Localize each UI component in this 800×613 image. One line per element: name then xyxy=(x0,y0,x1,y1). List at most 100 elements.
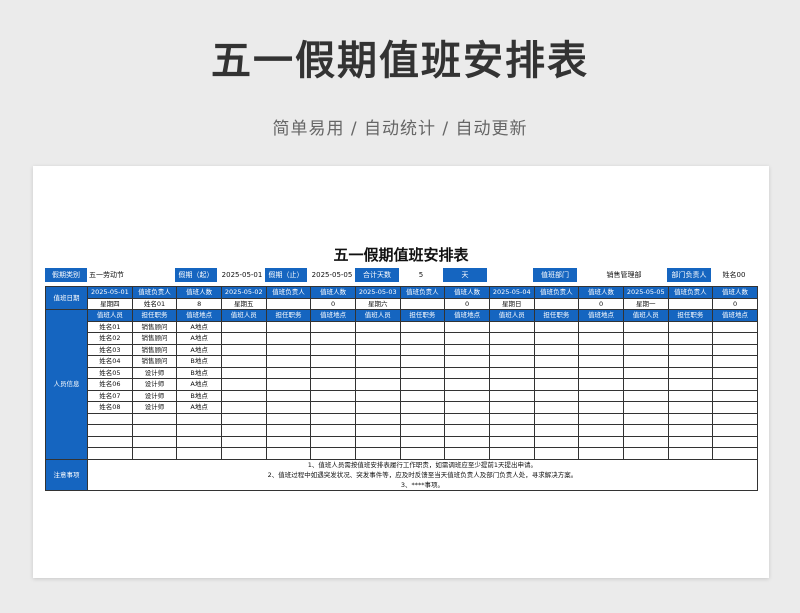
staff-cell[interactable] xyxy=(399,424,446,437)
staff-cell[interactable] xyxy=(533,320,580,333)
staff-cell[interactable] xyxy=(533,378,580,391)
staff-cell[interactable] xyxy=(488,424,535,437)
staff-cell[interactable] xyxy=(310,447,356,460)
staff-cell[interactable] xyxy=(220,424,267,437)
staff-cell[interactable] xyxy=(176,435,222,448)
staff-cell[interactable] xyxy=(712,435,758,448)
staff-cell[interactable] xyxy=(712,424,758,437)
staff-cell[interactable] xyxy=(399,332,446,345)
staff-cell[interactable]: 设计师 xyxy=(131,366,178,379)
staff-cell[interactable] xyxy=(622,389,669,402)
staff-cell[interactable] xyxy=(578,355,624,368)
staff-cell[interactable]: 设计师 xyxy=(131,389,178,402)
staff-cell[interactable] xyxy=(444,320,490,333)
staff-cell[interactable] xyxy=(533,389,580,402)
staff-cell[interactable] xyxy=(488,332,535,345)
staff-cell[interactable] xyxy=(578,332,624,345)
staff-cell[interactable] xyxy=(220,355,267,368)
staff-cell[interactable] xyxy=(488,389,535,402)
staff-cell[interactable] xyxy=(712,343,758,356)
staff-cell[interactable] xyxy=(220,412,267,425)
staff-cell[interactable] xyxy=(488,401,535,414)
staff-cell[interactable] xyxy=(533,355,580,368)
staff-cell[interactable] xyxy=(533,412,580,425)
staff-cell[interactable] xyxy=(176,412,222,425)
staff-cell[interactable] xyxy=(265,412,312,425)
staff-cell[interactable] xyxy=(667,412,714,425)
staff-cell[interactable] xyxy=(444,424,490,437)
staff-cell[interactable] xyxy=(354,447,401,460)
staff-cell[interactable] xyxy=(622,435,669,448)
staff-cell[interactable] xyxy=(310,412,356,425)
staff-cell[interactable]: 姓名08 xyxy=(87,401,133,414)
staff-cell[interactable] xyxy=(622,447,669,460)
staff-cell[interactable] xyxy=(712,378,758,391)
staff-cell[interactable] xyxy=(310,378,356,391)
staff-cell[interactable] xyxy=(667,332,714,345)
staff-cell[interactable] xyxy=(712,355,758,368)
day-head-value[interactable]: 姓名01 xyxy=(131,297,178,310)
staff-cell[interactable] xyxy=(667,366,714,379)
staff-cell[interactable] xyxy=(399,343,446,356)
staff-cell[interactable] xyxy=(578,366,624,379)
staff-cell[interactable] xyxy=(712,332,758,345)
staff-cell[interactable] xyxy=(310,332,356,345)
staff-cell[interactable] xyxy=(488,378,535,391)
staff-cell[interactable] xyxy=(354,401,401,414)
staff-cell[interactable] xyxy=(488,435,535,448)
staff-cell[interactable] xyxy=(87,424,133,437)
staff-cell[interactable]: 姓名05 xyxy=(87,366,133,379)
holiday-type-value[interactable]: 五一劳动节 xyxy=(89,268,149,282)
staff-cell[interactable]: B地点 xyxy=(176,389,222,402)
staff-cell[interactable] xyxy=(712,389,758,402)
staff-cell[interactable] xyxy=(354,343,401,356)
staff-cell[interactable] xyxy=(667,424,714,437)
staff-cell[interactable] xyxy=(488,320,535,333)
staff-cell[interactable] xyxy=(399,378,446,391)
staff-cell[interactable] xyxy=(354,366,401,379)
staff-cell[interactable] xyxy=(444,332,490,345)
staff-cell[interactable] xyxy=(712,320,758,333)
staff-cell[interactable]: 姓名04 xyxy=(87,355,133,368)
department-value[interactable]: 销售管理部 xyxy=(579,268,669,282)
staff-cell[interactable] xyxy=(265,366,312,379)
staff-cell[interactable] xyxy=(578,389,624,402)
staff-cell[interactable] xyxy=(578,378,624,391)
staff-cell[interactable] xyxy=(310,389,356,402)
staff-cell[interactable] xyxy=(220,343,267,356)
staff-cell[interactable] xyxy=(667,389,714,402)
staff-cell[interactable] xyxy=(622,424,669,437)
day-head-value[interactable] xyxy=(399,297,446,310)
staff-cell[interactable] xyxy=(578,320,624,333)
staff-cell[interactable]: A地点 xyxy=(176,320,222,333)
end-date-value[interactable]: 2025-05-05 xyxy=(309,268,355,282)
staff-cell[interactable] xyxy=(444,412,490,425)
staff-cell[interactable] xyxy=(265,389,312,402)
staff-cell[interactable] xyxy=(220,366,267,379)
staff-cell[interactable] xyxy=(399,447,446,460)
staff-cell[interactable] xyxy=(265,343,312,356)
staff-cell[interactable] xyxy=(399,435,446,448)
staff-cell[interactable] xyxy=(444,435,490,448)
staff-cell[interactable] xyxy=(131,435,178,448)
staff-cell[interactable]: A地点 xyxy=(176,332,222,345)
staff-cell[interactable] xyxy=(712,401,758,414)
staff-cell[interactable]: 销售顾问 xyxy=(131,355,178,368)
staff-cell[interactable] xyxy=(444,355,490,368)
staff-cell[interactable] xyxy=(488,447,535,460)
staff-cell[interactable] xyxy=(667,435,714,448)
staff-cell[interactable] xyxy=(667,355,714,368)
staff-cell[interactable] xyxy=(354,355,401,368)
staff-cell[interactable] xyxy=(444,378,490,391)
staff-cell[interactable] xyxy=(176,424,222,437)
staff-cell[interactable] xyxy=(131,447,178,460)
staff-cell[interactable]: 姓名07 xyxy=(87,389,133,402)
staff-cell[interactable] xyxy=(622,355,669,368)
staff-cell[interactable] xyxy=(220,378,267,391)
staff-cell[interactable] xyxy=(488,355,535,368)
staff-cell[interactable] xyxy=(578,343,624,356)
staff-cell[interactable] xyxy=(533,332,580,345)
staff-cell[interactable] xyxy=(533,435,580,448)
staff-cell[interactable] xyxy=(712,447,758,460)
staff-cell[interactable] xyxy=(667,401,714,414)
